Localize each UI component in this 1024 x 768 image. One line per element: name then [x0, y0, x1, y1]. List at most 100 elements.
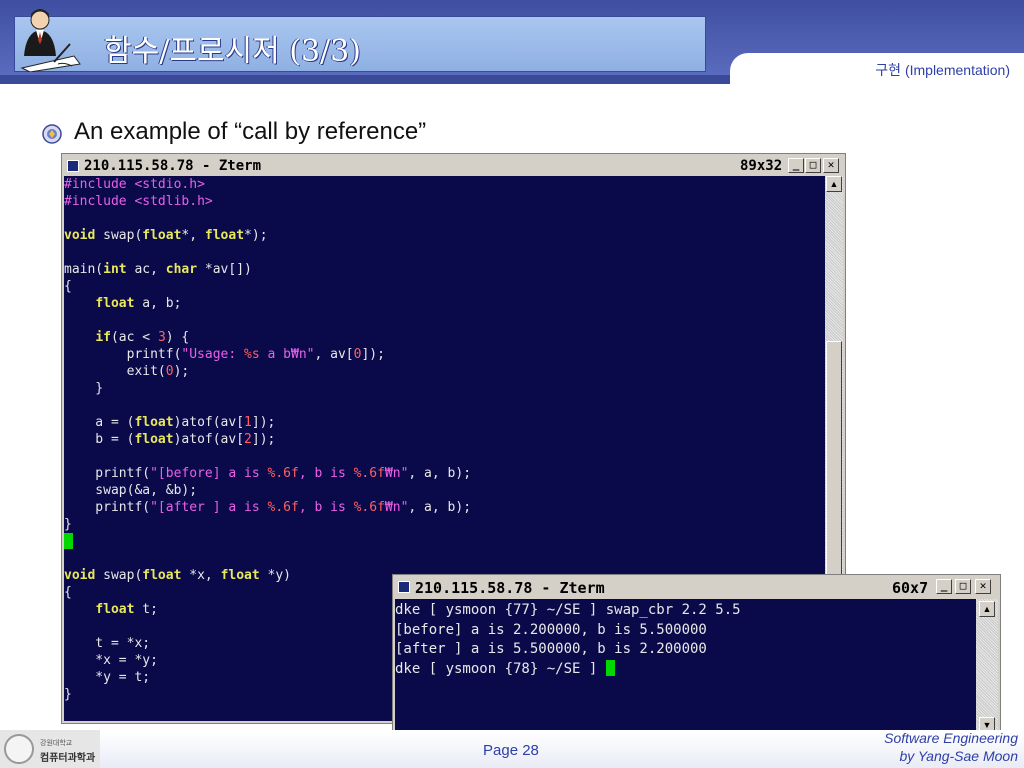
code-token: ) { — [165, 330, 190, 345]
code-token: ₩n" — [384, 466, 409, 481]
code-token: 3 — [157, 330, 166, 345]
code-token: } — [64, 687, 72, 702]
author-name: by Yang-Sae Moon — [899, 748, 1018, 764]
code-token: printf( — [64, 466, 151, 481]
course-name: Software Engineering — [884, 730, 1018, 746]
terminal-line: { — [64, 278, 825, 295]
code-token: ₩n" — [384, 500, 409, 515]
terminal-size: 60x7 — [892, 579, 929, 597]
code-token: #include — [64, 177, 135, 192]
close-button[interactable]: ✕ — [975, 579, 991, 594]
code-token: exit( — [64, 364, 166, 379]
code-token: *y) — [259, 568, 292, 583]
department-name: 컴퓨터과학과 — [40, 753, 96, 764]
code-token: *y = t; — [64, 670, 151, 685]
window-titlebar[interactable]: 210.115.58.78 - Zterm 89x32 _ □ ✕ — [64, 156, 843, 176]
bullet-text: An example of “call by reference” — [74, 118, 427, 145]
scroll-up-arrow-icon[interactable]: ▲ — [826, 176, 842, 192]
code-token: )atof(av[ — [173, 432, 245, 447]
terminal-line: dke [ ysmoon {78} ~/SE ] — [395, 659, 976, 680]
terminal-line: } — [64, 380, 825, 397]
code-token: { — [64, 585, 72, 600]
terminal-line: printf("[after ] a is %.6f, b is %.6f₩n"… — [64, 499, 825, 516]
code-token: printf( — [64, 347, 182, 362]
code-token: char — [165, 262, 198, 277]
terminal-line: swap(&a, &b); — [64, 482, 825, 499]
code-token: <stdlib.h> — [134, 194, 213, 209]
code-token: float — [95, 296, 135, 311]
code-token: dke [ ysmoon {78} ~/SE ] — [395, 660, 606, 677]
terminal-cursor — [64, 533, 73, 549]
terminal-line: b = (float)atof(av[2]); — [64, 431, 825, 448]
code-token: float — [95, 602, 135, 617]
terminal-line: exit(0); — [64, 363, 825, 380]
vertical-scrollbar[interactable]: ▲ ▼ — [976, 599, 998, 737]
code-token: a, b; — [134, 296, 182, 311]
code-token: *x = *y; — [64, 653, 158, 668]
code-token: ]); — [251, 432, 276, 447]
terminal-line: float a, b; — [64, 295, 825, 312]
code-token: float — [142, 568, 182, 583]
code-token: #include — [64, 194, 135, 209]
terminal-line: if(ac < 3) { — [64, 329, 825, 346]
code-token: *x, — [181, 568, 221, 583]
code-token: } — [64, 517, 72, 532]
code-token: , a, b); — [408, 466, 472, 481]
minimize-button[interactable]: _ — [936, 579, 952, 594]
code-token: } — [64, 381, 104, 396]
terminal-line: printf("[before] a is %.6f, b is %.6f₩n"… — [64, 465, 825, 482]
code-token: , b is — [298, 466, 354, 481]
code-token: dke [ ysmoon {77} ~/SE ] swap_cbr 2.2 5.… — [395, 602, 741, 618]
code-token: swap(&a, &b); — [64, 483, 198, 498]
maximize-button[interactable]: □ — [955, 579, 971, 594]
code-token: [before] a is 2.200000, b is 5.500000 — [395, 621, 707, 638]
terminal-content[interactable]: dke [ ysmoon {77} ~/SE ] swap_cbr 2.2 5.… — [395, 599, 976, 737]
page-number: Page 28 — [483, 742, 539, 759]
terminal-line: void swap(float*, float*); — [64, 227, 825, 244]
code-token: , b is — [298, 500, 354, 515]
scroll-up-arrow-icon[interactable]: ▲ — [979, 601, 995, 617]
terminal-line: [after ] a is 5.500000, b is 2.200000 — [395, 640, 976, 660]
terminal-icon — [398, 581, 410, 593]
section-subtitle: 구현 (Implementation) — [875, 62, 1010, 78]
code-token: )atof(av[ — [173, 415, 245, 430]
maximize-button[interactable]: □ — [805, 158, 821, 173]
terminal-line: } — [64, 516, 825, 533]
terminal-icon — [67, 160, 79, 172]
terminal-line: #include <stdio.h> — [64, 176, 825, 193]
window-titlebar[interactable]: 210.115.58.78 - Zterm 60x7 _ □ ✕ — [395, 577, 998, 597]
university-seal-icon — [4, 734, 34, 764]
code-token: int — [103, 262, 127, 277]
minimize-button[interactable]: _ — [788, 158, 804, 173]
code-token: { — [64, 279, 72, 294]
page-title: 함수/프로시저 (3/3) — [104, 34, 361, 69]
terminal-line: a = (float)atof(av[1]); — [64, 414, 825, 431]
code-token: void — [64, 228, 96, 243]
terminal-window-output[interactable]: 210.115.58.78 - Zterm 60x7 _ □ ✕ dke [ y… — [392, 574, 1001, 740]
code-token: main( — [64, 262, 104, 277]
window-title: 210.115.58.78 - Zterm — [84, 158, 262, 174]
code-token: t; — [134, 602, 158, 617]
code-token: 1 — [244, 415, 252, 430]
code-token: 0 — [165, 364, 174, 379]
code-token: (ac < — [110, 330, 158, 345]
code-token: printf( — [64, 500, 151, 515]
code-token: "[after ] a is — [150, 500, 268, 515]
code-token: swap( — [95, 568, 143, 583]
code-token: %.6f — [353, 466, 385, 481]
code-token: [after ] a is 5.500000, b is 2.200000 — [395, 641, 707, 657]
code-token: ]); — [361, 347, 385, 362]
code-token: *av[]) — [197, 262, 252, 277]
code-token: b = ( — [64, 432, 135, 447]
terminal-line: #include <stdlib.h> — [64, 193, 825, 210]
code-token: float — [134, 415, 174, 430]
close-button[interactable]: ✕ — [823, 158, 839, 173]
terminal-line — [64, 533, 825, 550]
code-token: , a, b); — [408, 500, 472, 515]
